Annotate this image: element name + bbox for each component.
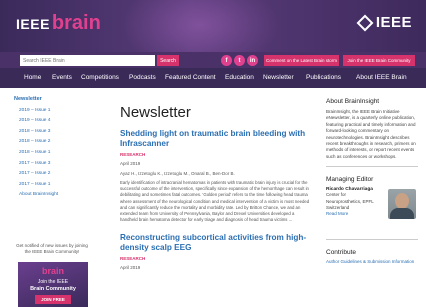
article-category-tag[interactable]: RESEARCH [120,152,310,157]
promo-community-text: Brain Community [30,286,76,292]
sidebar-issue-link[interactable]: 2018 – Issue 2 [14,139,94,144]
sidebar-issue-link[interactable]: 2019 – Issue 4 [14,118,94,123]
editor-photo [388,189,416,220]
about-braininsight-title: About BrainInsight [326,98,380,105]
sidebar-issue-link[interactable]: 2019 – Issue 1 [14,108,94,113]
join-community-promo[interactable]: brain Join the IEEE Brain Community JOIN… [18,262,88,307]
promo-brain-logo: brain [41,266,64,276]
join-community-button[interactable]: Join the IEEE Brain Community [343,55,415,66]
sidebar-divider [326,239,418,241]
nav-about-ieee-brain[interactable]: About IEEE Brain [356,74,407,81]
main-content: Newsletter Shedding light on traumatic b… [120,104,310,270]
nav-education[interactable]: Education [225,74,254,81]
nav-publications[interactable]: Publications [306,74,341,81]
article-date: April 2019 [120,265,141,271]
sidebar-issue-link[interactable]: 2017 – Issue 2 [14,171,94,176]
sidebar-divider [326,166,418,168]
contribute-title: Contribute [326,249,356,257]
logo-brain-text: brain [51,12,101,34]
article-title-link[interactable]: Shedding light on traumatic brain bleedi… [120,129,310,149]
nav-newsletter[interactable]: Newsletter [263,74,294,81]
nav-home[interactable]: Home [24,74,41,81]
promo-join-text: Join the IEEE [37,279,69,285]
editor-block: Ricardo Chavarriaga Center for Neuropros… [326,187,418,233]
logo-ieee-text: IEEE [16,16,50,32]
facebook-icon[interactable]: f [221,55,232,66]
editor-shoulders [390,208,414,220]
search-button[interactable]: Search [157,55,179,66]
sidebar-issue-link[interactable]: 2018 – Issue 1 [14,150,94,155]
article-abstract: Early identification of intracranial hem… [120,180,310,223]
left-sidebar: Newsletter 2019 – Issue 1 2019 – Issue 4… [14,96,94,197]
article-date: April 2019 [120,161,141,166]
nav-events[interactable]: Events [52,74,72,81]
about-braininsight-text: BrainInsight, the IEEE Brain Initiative … [326,109,416,159]
notify-text: Get notified of new issues by joining th… [16,243,88,254]
nav-featured-content[interactable]: Featured Content [165,74,216,81]
author-guidelines-link[interactable]: Author Guidelines & Submission Informati… [326,259,418,265]
article-authors: Ayaz H., Izzetoglu K., Izzetoglu M., Ona… [120,171,235,176]
ieee-diamond-icon [356,14,374,31]
article-category-tag[interactable]: RESEARCH [120,256,310,261]
page-title: Newsletter [120,104,191,121]
sidebar-issue-link[interactable]: 2017 – Issue 1 [14,182,94,187]
ieee-master-logo[interactable]: IEEE [356,14,412,31]
join-free-button[interactable]: JOIN FREE [35,295,71,304]
editor-face [395,193,409,210]
article-title-link[interactable]: Reconstructing subcortical activities fr… [120,233,310,253]
editor-affiliation: Center for Neuroprosthetics, EPFL Switze… [326,192,374,211]
comment-brainstorm-button[interactable]: Comment on the Latest Brain storm [264,55,339,66]
site-header: IEEE brain IEEE [0,0,426,52]
search-input[interactable] [20,55,155,66]
ieee-logo-text: IEEE [375,14,412,31]
sidebar-newsletter-heading[interactable]: Newsletter [14,96,94,102]
twitter-icon[interactable]: t [234,55,245,66]
sidebar-about-braininsight[interactable]: About BrainInsight [14,192,94,197]
linkedin-icon[interactable]: in [247,55,258,66]
ieee-brain-logo[interactable]: IEEE brain [16,12,101,35]
nav-podcasts[interactable]: Podcasts [129,74,156,81]
header-glow [120,0,280,52]
sidebar-issue-link[interactable]: 2018 – Issue 3 [14,129,94,134]
sidebar-issue-link[interactable]: 2017 – Issue 3 [14,161,94,166]
right-sidebar: About BrainInsight BrainInsight, the IEE… [326,98,418,266]
managing-editor-title: Managing Editor [326,176,374,184]
nav-competitions[interactable]: Competitions [81,74,119,81]
